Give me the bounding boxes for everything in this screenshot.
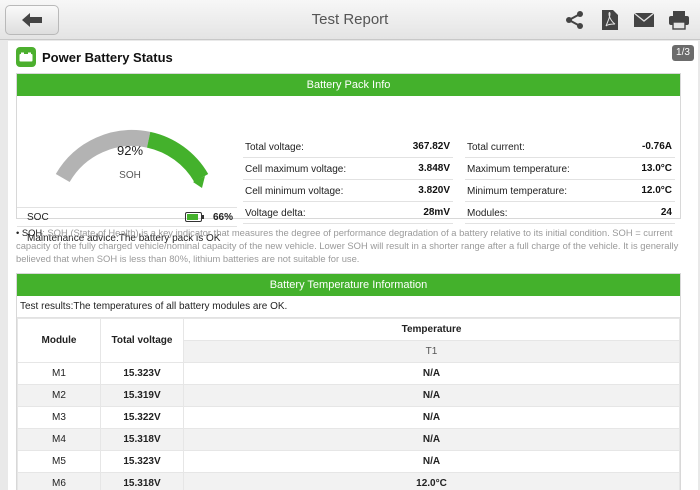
mail-button[interactable]	[632, 8, 656, 32]
cell-module: M6	[17, 472, 101, 490]
table-header-row: Module Total voltage Temperature	[17, 318, 680, 363]
cell-voltage: 15.319V	[100, 384, 184, 407]
report-content[interactable]: 1/3 Power Battery Status Battery Pack In…	[8, 41, 698, 490]
info-min-temperature: Minimum temperature: 12.0°C	[465, 181, 675, 202]
soc-battery-icon	[185, 212, 205, 225]
print-button[interactable]	[667, 8, 691, 32]
table-row: M4 15.318V N/A	[17, 428, 680, 451]
pdf-button[interactable]	[598, 8, 622, 32]
cell-module: M3	[17, 406, 101, 429]
info-max-temperature: Maximum temperature: 13.0°C	[465, 159, 675, 180]
page-title: Test Report	[311, 11, 389, 28]
soh-note-text: : SOH (State of Health) is a key indicat…	[16, 227, 679, 264]
table-row: M3 15.322V N/A	[17, 406, 680, 429]
soh-note-term: • SOH	[16, 227, 43, 238]
page-indicator: 1/3	[672, 45, 694, 61]
temperature-heading: Battery Temperature Information	[17, 274, 680, 296]
battery-pack-panel: Battery Pack Info 92% SOH SOC 66% Mainte…	[16, 73, 681, 244]
soc-value: 66%	[212, 212, 233, 223]
module-table: Module Total voltage Temperature T1 M1 1…	[17, 318, 680, 490]
soh-gauge: 92% SOH	[17, 96, 237, 206]
battery-pack-heading: Battery Pack Info	[17, 74, 680, 96]
cell-voltage: 15.318V	[100, 428, 184, 451]
cell-module: M1	[17, 362, 101, 385]
info-voltage-delta: Voltage delta: 28mV	[243, 203, 453, 224]
cell-voltage: 15.323V	[100, 450, 184, 473]
cell-t1: N/A	[183, 450, 680, 473]
temperature-panel: Battery Temperature Information Test res…	[16, 273, 681, 490]
cell-module: M4	[17, 428, 101, 451]
cell-t1: N/A	[183, 428, 680, 451]
section-title: Power Battery Status	[42, 49, 173, 65]
soh-note: • SOH: SOH (State of Health) is a key in…	[16, 226, 684, 265]
cell-t1: N/A	[183, 362, 680, 385]
col-module: Module	[17, 318, 101, 363]
soh-percent: 92%	[116, 143, 144, 158]
table-row: M1 15.323V N/A	[17, 362, 680, 385]
cell-t1: 12.0°C	[183, 472, 680, 490]
battery-icon	[16, 47, 36, 67]
soc-row: SOC 66%	[17, 207, 237, 227]
cell-module: M5	[17, 450, 101, 473]
temperature-test-result: Test results:The temperatures of all bat…	[17, 296, 680, 318]
table-row: M2 15.319V N/A	[17, 384, 680, 407]
pdf-icon	[602, 10, 618, 30]
table-row: M5 15.323V N/A	[17, 450, 680, 473]
info-cell-min-voltage: Cell minimum voltage: 3.820V	[243, 181, 453, 202]
col-total-voltage: Total voltage	[100, 318, 184, 363]
title-bar: Test Report	[0, 0, 700, 40]
share-button[interactable]	[563, 8, 587, 32]
cell-module: M2	[17, 384, 101, 407]
col-temperature: Temperature	[183, 318, 680, 341]
col-t1: T1	[183, 340, 680, 363]
cell-voltage: 15.323V	[100, 362, 184, 385]
cell-t1: N/A	[183, 406, 680, 429]
table-row: M6 15.318V 12.0°C	[17, 472, 680, 490]
info-cell-max-voltage: Cell maximum voltage: 3.848V	[243, 159, 453, 180]
info-total-voltage: Total voltage: 367.82V	[243, 137, 453, 158]
soc-label: SOC	[27, 212, 49, 223]
section-header: Power Battery Status	[16, 47, 173, 67]
cell-t1: N/A	[183, 384, 680, 407]
cell-voltage: 15.318V	[100, 472, 184, 490]
info-total-current: Total current: -0.76A	[465, 137, 675, 158]
soh-label: SOH	[119, 170, 141, 181]
share-icon	[566, 11, 583, 29]
cell-voltage: 15.322V	[100, 406, 184, 429]
mail-icon	[633, 12, 655, 27]
print-icon	[669, 11, 689, 30]
info-modules: Modules: 24	[465, 203, 675, 224]
